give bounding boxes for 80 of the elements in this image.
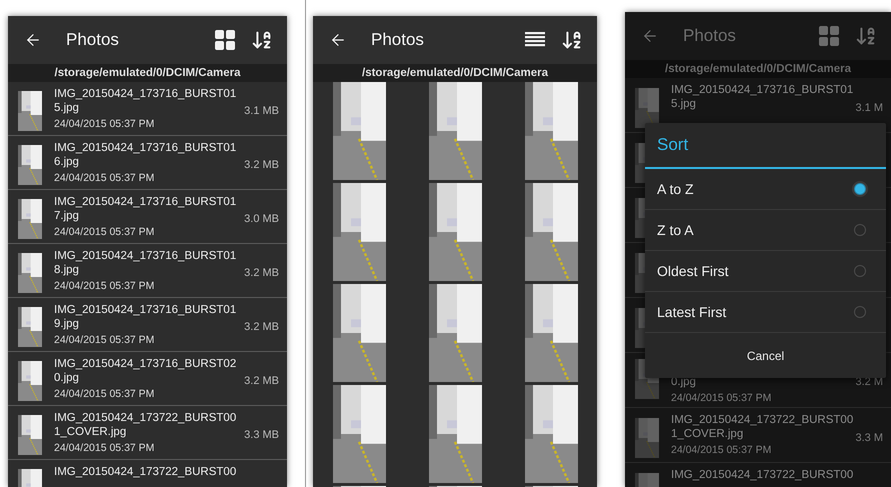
photo-thumbnail — [18, 145, 42, 185]
file-name: IMG_20150424_173716_BURST02 — [54, 357, 236, 371]
file-name: 8.jpg — [54, 263, 79, 277]
photo-thumbnail — [18, 253, 42, 293]
file-date: 24/04/2015 05:37 PM — [54, 226, 154, 239]
photo-thumbnail — [18, 307, 42, 347]
file-date: 24/04/2015 05:37 PM — [54, 118, 154, 131]
file-name: 6.jpg — [54, 155, 79, 169]
photo-thumbnail — [18, 91, 42, 131]
sort-option[interactable]: Oldest First — [645, 251, 886, 292]
screen-title: Photos — [66, 30, 120, 50]
option-label: A to Z — [657, 181, 694, 197]
file-name: 0.jpg — [54, 371, 79, 385]
view-toggle-button[interactable] — [215, 30, 235, 50]
file-name: IMG_20150424_173716_BURST01 — [54, 141, 236, 155]
sort-az-icon — [251, 29, 273, 51]
grid-view-icon — [819, 26, 839, 46]
radio-button[interactable] — [854, 224, 866, 236]
sort-button[interactable] — [251, 29, 273, 51]
file-date: 24/04/2015 05:37 PM — [671, 392, 772, 405]
sort-button[interactable] — [561, 29, 583, 51]
sort-option[interactable]: A to Z — [645, 169, 886, 210]
radio-button[interactable] — [854, 306, 866, 318]
photo-thumbnail — [18, 415, 42, 455]
radio-button[interactable] — [854, 183, 866, 195]
file-size: 3.2 MB — [244, 321, 279, 333]
file-name: IMG_20150424_173722_BURST00 — [671, 413, 854, 427]
radio-button[interactable] — [854, 265, 866, 277]
file-name: IMG_20150424_173716_BURST01 — [54, 195, 236, 209]
cancel-button[interactable]: Cancel — [645, 333, 886, 378]
file-name: 1_COVER.jpg — [54, 425, 126, 439]
file-name: 7.jpg — [54, 209, 79, 223]
folder-path: /storage/emulated/0/DCIM/Camera — [362, 67, 548, 79]
file-size: 3.3 M — [855, 432, 883, 444]
file-size: 3.2 MB — [244, 375, 279, 387]
photo-thumbnail — [18, 361, 42, 401]
file-name: IMG_20150424_173716_BURST01 — [54, 303, 236, 317]
file-date: 24/04/2015 05:37 PM — [54, 334, 154, 347]
file-date: 24/04/2015 05:37 PM — [671, 444, 772, 457]
file-name: IMG_20150424_173722_BURST00 — [54, 411, 236, 425]
back-button[interactable] — [24, 31, 42, 49]
sort-option[interactable]: Latest First — [645, 292, 886, 333]
file-size: 3.0 MB — [244, 213, 279, 225]
view-toggle-button[interactable] — [819, 26, 839, 46]
back-button[interactable] — [329, 31, 347, 49]
sort-az-icon — [561, 29, 583, 51]
list-view-icon — [525, 32, 545, 48]
dialog-title: Sort — [645, 123, 886, 169]
screen-title: Photos — [371, 30, 425, 50]
photo-thumbnail — [635, 418, 659, 458]
file-date: 24/04/2015 05:37 PM — [54, 280, 154, 293]
file-size: 3.1 M — [855, 102, 883, 114]
file-size: 3.2 MB — [244, 267, 279, 279]
file-name: IMG_20150424_173716_BURST01 — [54, 249, 236, 263]
sort-option[interactable]: Z to A — [645, 210, 886, 251]
sort-az-icon — [855, 25, 877, 47]
folder-path: /storage/emulated/0/DCIM/Camera — [54, 67, 240, 79]
view-toggle-button[interactable] — [525, 32, 545, 48]
photo-thumbnail — [18, 199, 42, 239]
file-date: 24/04/2015 05:37 PM — [54, 442, 154, 455]
folder-path: /storage/emulated/0/DCIM/Camera — [665, 63, 851, 75]
option-label: Latest First — [657, 304, 726, 320]
photo-thumbnail — [635, 88, 659, 128]
screen-title: Photos — [683, 26, 737, 46]
file-name: IMG_20150424_173716_BURST01 — [671, 83, 854, 97]
file-name: IMG_20150424_173722_BURST00 — [671, 468, 854, 482]
file-size: 3.2 MB — [244, 159, 279, 171]
file-name: 5.jpg — [54, 101, 79, 115]
file-name: 1_COVER.jpg — [671, 427, 744, 441]
file-date: 24/04/2015 05:37 PM — [54, 388, 154, 401]
file-size: 3.1 MB — [244, 105, 279, 117]
file-name: 9.jpg — [54, 317, 79, 331]
option-label: Oldest First — [657, 263, 729, 279]
file-name: IMG_20150424_173716_BURST01 — [54, 87, 236, 101]
grid-view-icon — [215, 30, 235, 50]
file-name: 5.jpg — [671, 97, 696, 111]
file-date: 24/04/2015 05:37 PM — [54, 172, 154, 185]
option-label: Z to A — [657, 222, 694, 238]
file-size: 3.3 MB — [244, 429, 279, 441]
file-name: IMG_20150424_173722_BURST00 — [54, 465, 236, 479]
